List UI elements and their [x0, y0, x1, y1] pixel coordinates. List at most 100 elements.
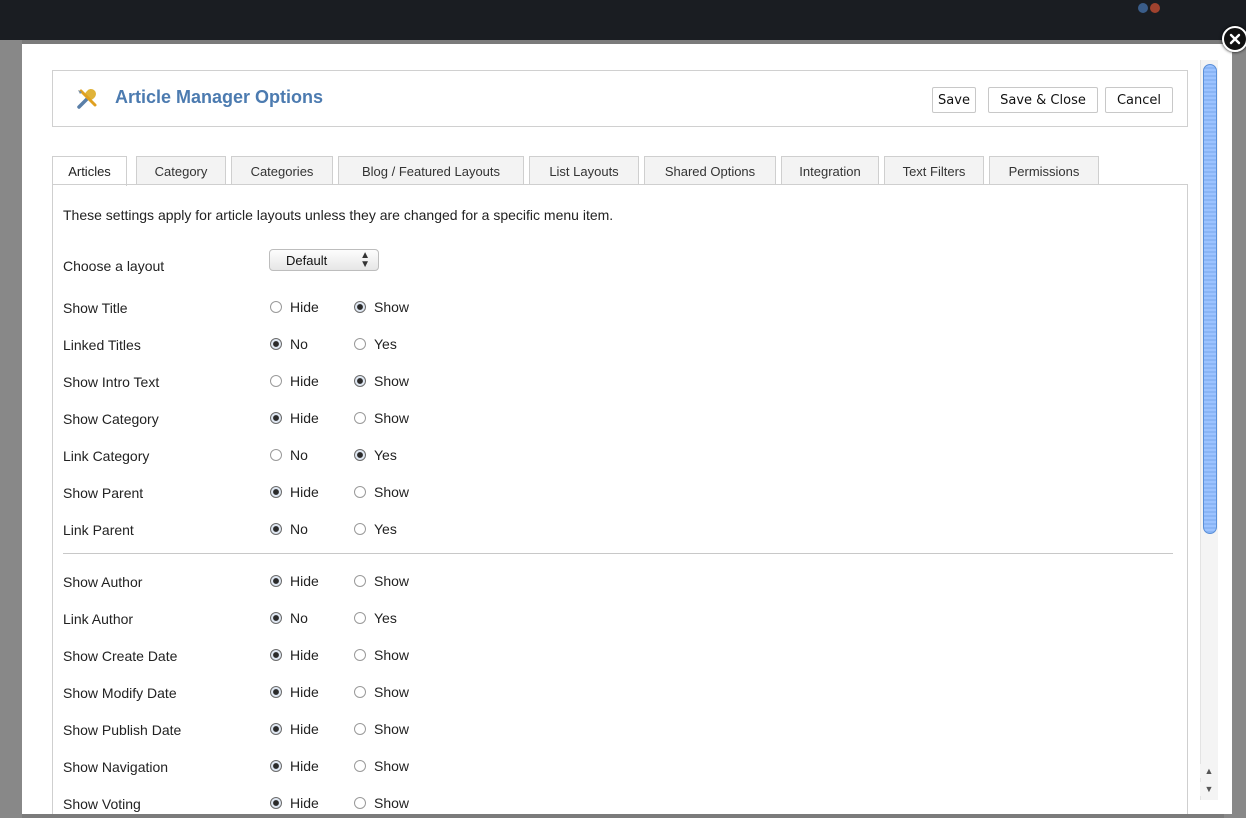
- option-radio-hide[interactable]: Hide: [270, 484, 319, 500]
- option-radio-hide[interactable]: Hide: [270, 573, 319, 589]
- radio-button-icon[interactable]: [270, 723, 282, 735]
- tools-icon: [75, 87, 99, 111]
- radio-button-icon[interactable]: [354, 686, 366, 698]
- cancel-button[interactable]: Cancel: [1105, 87, 1173, 113]
- radio-label: Hide: [290, 758, 319, 774]
- option-label: Show Publish Date: [63, 722, 182, 738]
- option-radio-hide[interactable]: Hide: [270, 410, 319, 426]
- option-radio-yes[interactable]: Yes: [354, 521, 397, 537]
- option-radio-hide[interactable]: Hide: [270, 647, 319, 663]
- option-radio-hide[interactable]: Hide: [270, 684, 319, 700]
- option-label: Show Category: [63, 411, 159, 427]
- tab-integration[interactable]: Integration: [781, 156, 879, 185]
- radio-label: Show: [374, 647, 410, 663]
- option-radio-show[interactable]: Show: [354, 647, 409, 663]
- option-radio-hide[interactable]: Hide: [270, 795, 319, 811]
- option-radio-hide[interactable]: Hide: [270, 373, 319, 389]
- option-radio-hide[interactable]: Hide: [270, 721, 319, 737]
- option-radio-no[interactable]: No: [270, 447, 308, 463]
- radio-button-icon[interactable]: [270, 797, 282, 809]
- radio-button-icon[interactable]: [354, 723, 366, 735]
- radio-button-icon[interactable]: [354, 449, 366, 461]
- option-radio-show[interactable]: Show: [354, 795, 409, 811]
- radio-button-icon[interactable]: [270, 338, 282, 350]
- radio-label: No: [290, 447, 308, 463]
- radio-button-icon[interactable]: [270, 301, 282, 313]
- option-label: Link Category: [63, 448, 150, 464]
- radio-label: Show: [374, 484, 410, 500]
- layout-select[interactable]: Default ▲ ▼: [269, 249, 379, 271]
- radio-label: Yes: [374, 336, 397, 352]
- radio-button-icon[interactable]: [354, 760, 366, 772]
- radio-label: Hide: [290, 795, 319, 811]
- radio-button-icon[interactable]: [270, 686, 282, 698]
- radio-button-icon[interactable]: [354, 338, 366, 350]
- radio-button-icon[interactable]: [354, 412, 366, 424]
- tab-blog-featured-layouts[interactable]: Blog / Featured Layouts: [338, 156, 524, 185]
- option-radio-no[interactable]: No: [270, 610, 308, 626]
- option-radio-yes[interactable]: Yes: [354, 336, 397, 352]
- radio-button-icon[interactable]: [270, 486, 282, 498]
- radio-button-icon[interactable]: [354, 797, 366, 809]
- radio-label: Show: [374, 721, 410, 737]
- option-radio-show[interactable]: Show: [354, 299, 409, 315]
- radio-button-icon[interactable]: [270, 575, 282, 587]
- option-label: Show Create Date: [63, 648, 178, 664]
- radio-label: Show: [374, 795, 410, 811]
- radio-button-icon[interactable]: [270, 649, 282, 661]
- radio-label: Show: [374, 684, 410, 700]
- radio-label: Yes: [374, 447, 397, 463]
- scrollbar[interactable]: [1200, 60, 1218, 800]
- radio-button-icon[interactable]: [270, 375, 282, 387]
- radio-button-icon[interactable]: [270, 612, 282, 624]
- radio-button-icon[interactable]: [354, 375, 366, 387]
- radio-button-icon[interactable]: [354, 486, 366, 498]
- tab-categories[interactable]: Categories: [231, 156, 333, 185]
- tab-articles[interactable]: Articles: [52, 156, 127, 186]
- select-arrows-icon: ▲ ▼: [360, 250, 370, 270]
- option-radio-show[interactable]: Show: [354, 484, 409, 500]
- tab-list-layouts[interactable]: List Layouts: [529, 156, 639, 185]
- save-close-button[interactable]: Save & Close: [988, 87, 1098, 113]
- option-radio-show[interactable]: Show: [354, 410, 409, 426]
- option-radio-show[interactable]: Show: [354, 573, 409, 589]
- option-radio-show[interactable]: Show: [354, 684, 409, 700]
- radio-label: Hide: [290, 647, 319, 663]
- option-radio-no[interactable]: No: [270, 336, 308, 352]
- option-label: Show Author: [63, 574, 143, 590]
- arrow-up-icon[interactable]: ▲: [1200, 764, 1218, 778]
- arrow-down-icon[interactable]: ▼: [1200, 782, 1218, 796]
- close-icon[interactable]: [1222, 26, 1246, 52]
- radio-button-icon[interactable]: [354, 523, 366, 535]
- option-radio-show[interactable]: Show: [354, 758, 409, 774]
- intro-text: These settings apply for article layouts…: [63, 207, 614, 223]
- option-radio-yes[interactable]: Yes: [354, 447, 397, 463]
- radio-button-icon[interactable]: [354, 612, 366, 624]
- option-radio-yes[interactable]: Yes: [354, 610, 397, 626]
- option-label: Show Navigation: [63, 759, 169, 775]
- scrollbar-thumb[interactable]: [1203, 64, 1217, 534]
- radio-label: Hide: [290, 484, 319, 500]
- option-radio-hide[interactable]: Hide: [270, 299, 319, 315]
- radio-label: No: [290, 336, 308, 352]
- radio-label: Show: [374, 758, 410, 774]
- radio-button-icon[interactable]: [354, 301, 366, 313]
- radio-label: Hide: [290, 721, 319, 737]
- radio-button-icon[interactable]: [270, 449, 282, 461]
- radio-button-icon[interactable]: [354, 575, 366, 587]
- save-button[interactable]: Save: [932, 87, 976, 113]
- radio-button-icon[interactable]: [354, 649, 366, 661]
- option-radio-hide[interactable]: Hide: [270, 758, 319, 774]
- radio-button-icon[interactable]: [270, 760, 282, 772]
- section-divider: [63, 553, 1173, 554]
- option-radio-show[interactable]: Show: [354, 721, 409, 737]
- option-radio-show[interactable]: Show: [354, 373, 409, 389]
- radio-button-icon[interactable]: [270, 523, 282, 535]
- tab-permissions[interactable]: Permissions: [989, 156, 1099, 185]
- option-radio-no[interactable]: No: [270, 521, 308, 537]
- tab-shared-options[interactable]: Shared Options: [644, 156, 776, 185]
- radio-button-icon[interactable]: [270, 412, 282, 424]
- tab-category[interactable]: Category: [136, 156, 226, 185]
- tab-text-filters[interactable]: Text Filters: [884, 156, 984, 185]
- radio-label: Yes: [374, 610, 397, 626]
